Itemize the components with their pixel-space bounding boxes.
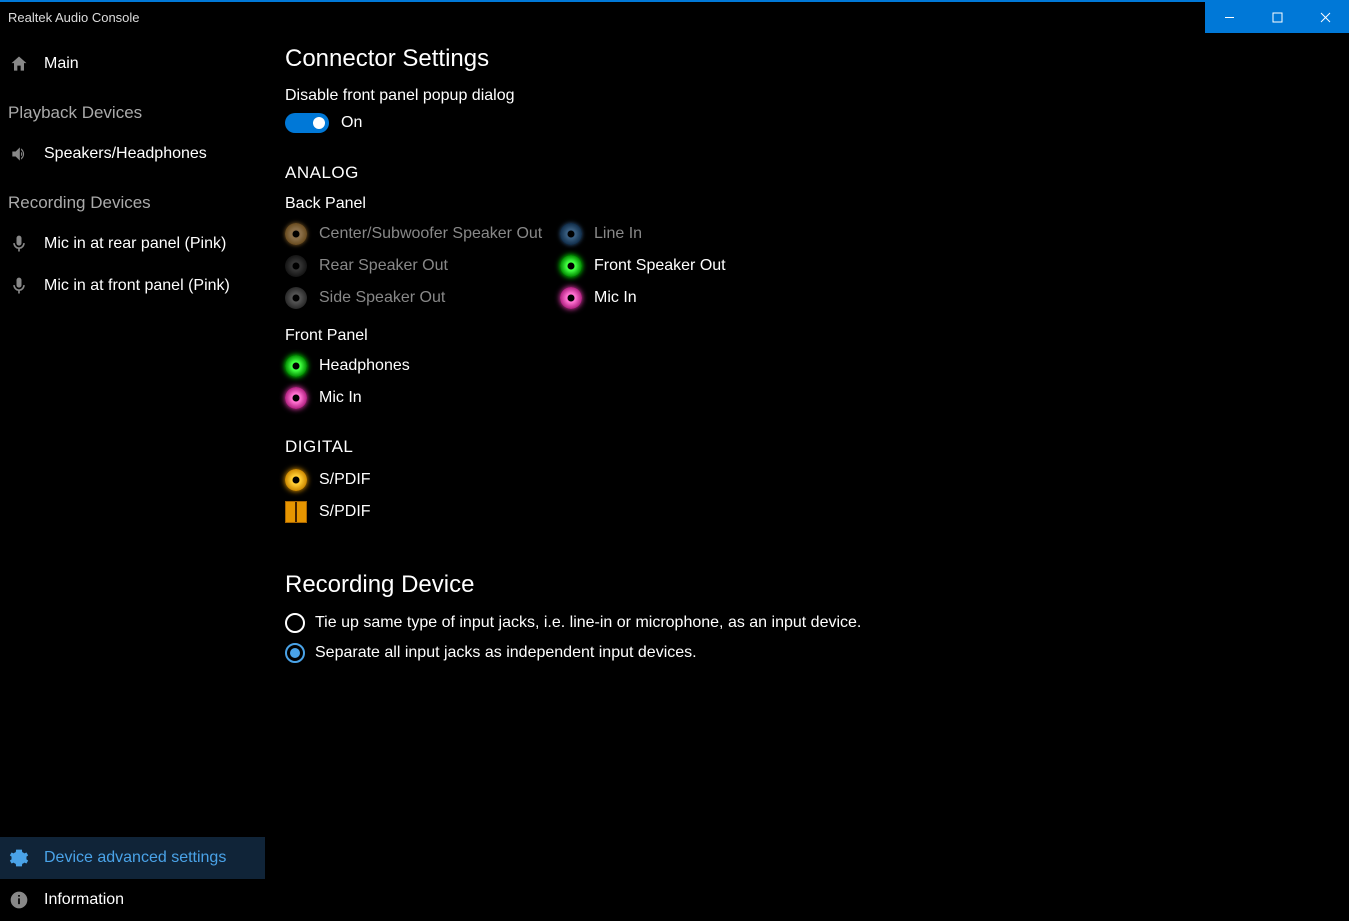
jack-spdif-coax[interactable]: S/PDIF: [285, 469, 1329, 491]
microphone-icon: [8, 233, 30, 255]
page-title: Connector Settings: [285, 45, 1329, 73]
info-icon: [8, 889, 30, 911]
gear-icon: [8, 847, 30, 869]
main-content: Connector Settings Disable front panel p…: [265, 33, 1349, 921]
speaker-icon: [8, 143, 30, 165]
front-panel-header: Front Panel: [285, 327, 1329, 345]
jack-label: Side Speaker Out: [319, 289, 445, 307]
jack-side-speaker[interactable]: Side Speaker Out: [285, 287, 560, 309]
sidebar-item-label: Main: [44, 55, 79, 73]
home-icon: [8, 53, 30, 75]
jack-label: Center/Subwoofer Speaker Out: [319, 225, 542, 243]
jack-label: Mic In: [319, 389, 362, 407]
jack-icon-pink: [560, 287, 582, 309]
sidebar-item-mic-front[interactable]: Mic in at front panel (Pink): [0, 265, 265, 307]
radio-separate-jacks[interactable]: Separate all input jacks as independent …: [285, 643, 1329, 663]
jack-label: Line In: [594, 225, 642, 243]
radio-icon: [285, 613, 305, 633]
sidebar-item-label: Mic in at front panel (Pink): [44, 277, 230, 295]
jack-label: Headphones: [319, 357, 410, 375]
sidebar-item-advanced-settings[interactable]: Device advanced settings: [0, 837, 265, 879]
radio-icon: [285, 643, 305, 663]
recording-device-title: Recording Device: [285, 571, 1329, 599]
titlebar: Realtek Audio Console: [0, 0, 1349, 33]
jack-line-in[interactable]: Line In: [560, 223, 835, 245]
radio-tie-jacks[interactable]: Tie up same type of input jacks, i.e. li…: [285, 613, 1329, 633]
jack-icon-pink: [285, 387, 307, 409]
disable-popup-label: Disable front panel popup dialog: [285, 87, 1329, 105]
jack-icon-orange: [285, 223, 307, 245]
microphone-icon: [8, 275, 30, 297]
disable-popup-toggle[interactable]: [285, 113, 329, 133]
jack-label: S/PDIF: [319, 503, 371, 521]
jack-icon-grey: [285, 287, 307, 309]
jack-label: Mic In: [594, 289, 637, 307]
jack-icon-green: [285, 355, 307, 377]
sidebar-item-label: Device advanced settings: [44, 849, 226, 867]
sidebar-item-label: Speakers/Headphones: [44, 145, 207, 163]
radio-label: Tie up same type of input jacks, i.e. li…: [315, 614, 861, 632]
jack-label: S/PDIF: [319, 471, 371, 489]
minimize-button[interactable]: [1205, 2, 1253, 33]
spdif-coax-icon: [285, 469, 307, 491]
sidebar-item-mic-rear[interactable]: Mic in at rear panel (Pink): [0, 223, 265, 265]
toggle-state-text: On: [341, 114, 362, 132]
sidebar-item-speakers[interactable]: Speakers/Headphones: [0, 133, 265, 175]
toggle-knob: [313, 117, 325, 129]
sidebar-section-playback: Playback Devices: [0, 85, 265, 133]
jack-icon-blue: [560, 223, 582, 245]
jack-spdif-optical[interactable]: S/PDIF: [285, 501, 1329, 523]
sidebar-item-label: Information: [44, 891, 124, 909]
digital-header: DIGITAL: [285, 437, 1329, 457]
maximize-button[interactable]: [1253, 2, 1301, 33]
back-panel-header: Back Panel: [285, 195, 1329, 213]
jack-mic-in-front[interactable]: Mic In: [285, 387, 1329, 409]
radio-label: Separate all input jacks as independent …: [315, 644, 697, 662]
jack-front-speaker[interactable]: Front Speaker Out: [560, 255, 835, 277]
jack-headphones[interactable]: Headphones: [285, 355, 1329, 377]
sidebar: Main Playback Devices Speakers/Headphone…: [0, 33, 265, 921]
spdif-optical-icon: [285, 501, 307, 523]
jack-label: Rear Speaker Out: [319, 257, 448, 275]
analog-header: ANALOG: [285, 163, 1329, 183]
jack-label: Front Speaker Out: [594, 257, 726, 275]
window-title: Realtek Audio Console: [0, 10, 140, 25]
sidebar-item-main[interactable]: Main: [0, 43, 265, 85]
sidebar-item-information[interactable]: Information: [0, 879, 265, 921]
jack-icon-black: [285, 255, 307, 277]
close-button[interactable]: [1301, 2, 1349, 33]
sidebar-item-label: Mic in at rear panel (Pink): [44, 235, 226, 253]
sidebar-section-recording: Recording Devices: [0, 175, 265, 223]
jack-mic-in-back[interactable]: Mic In: [560, 287, 835, 309]
jack-rear-speaker[interactable]: Rear Speaker Out: [285, 255, 560, 277]
jack-icon-green: [560, 255, 582, 277]
window-controls: [1205, 2, 1349, 33]
jack-center-subwoofer[interactable]: Center/Subwoofer Speaker Out: [285, 223, 560, 245]
